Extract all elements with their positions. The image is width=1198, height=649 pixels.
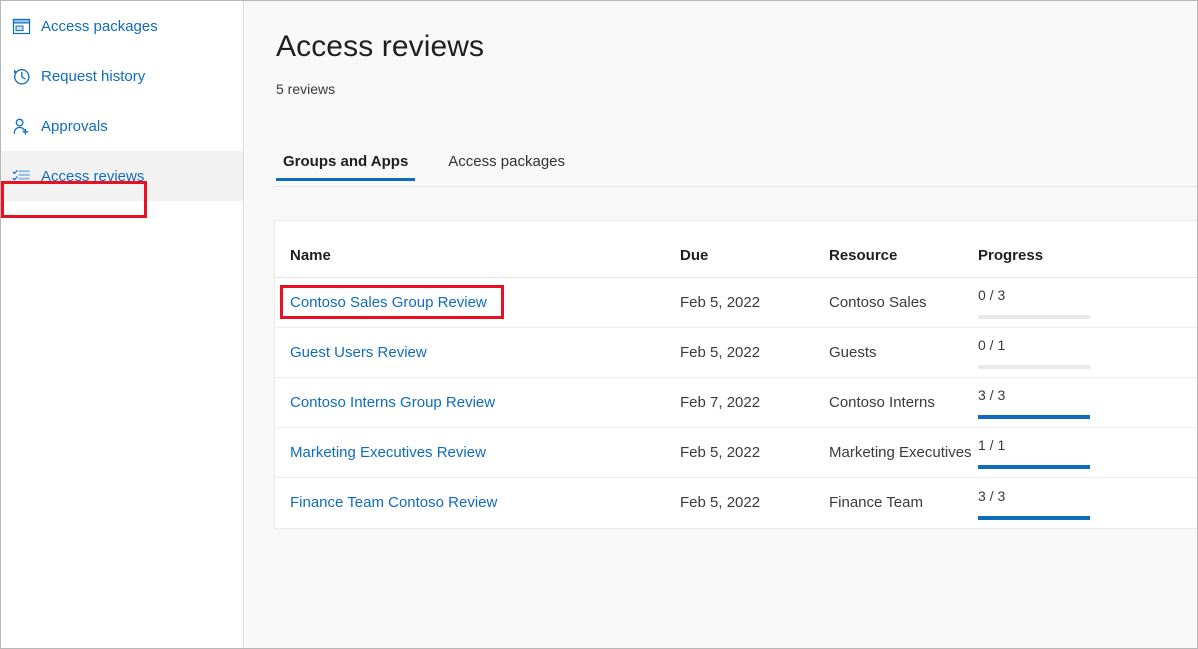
tab-groups-and-apps[interactable]: Groups and Apps	[276, 153, 415, 181]
row-link-review-name[interactable]: Marketing Executives Review	[290, 444, 486, 461]
progress-indicator: 3 / 3	[978, 487, 1090, 520]
row-link-review-name[interactable]: Contoso Interns Group Review	[290, 394, 495, 411]
progress-fill	[978, 516, 1090, 520]
reviews-table: Name Due Resource Progress Contoso Sales…	[274, 220, 1198, 529]
tab-divider	[274, 186, 1198, 187]
table-row[interactable]: Contoso Sales Group Review Feb 5, 2022 C…	[275, 278, 1197, 328]
progress-label: 1 / 1	[978, 438, 1090, 452]
row-link-review-name[interactable]: Contoso Sales Group Review	[290, 294, 487, 311]
sidebar-item-access-reviews[interactable]: Access reviews	[1, 151, 243, 201]
package-icon	[10, 15, 32, 37]
progress-label: 3 / 3	[978, 388, 1090, 402]
tab-access-packages[interactable]: Access packages	[441, 153, 572, 181]
progress-track	[978, 516, 1090, 520]
review-count: 5 reviews	[276, 81, 335, 97]
tab-bar: Groups and Apps Access packages	[276, 153, 572, 181]
row-link-review-name[interactable]: Guest Users Review	[290, 344, 427, 361]
column-header-resource[interactable]: Resource	[829, 247, 978, 264]
progress-label: 3 / 3	[978, 489, 1090, 503]
table-row[interactable]: Guest Users Review Feb 5, 2022 Guests 0 …	[275, 328, 1197, 378]
sidebar-item-label: Access packages	[41, 19, 158, 34]
row-cell-resource: Marketing Executives	[829, 444, 972, 461]
progress-fill	[978, 415, 1090, 419]
row-cell-due: Feb 5, 2022	[680, 494, 760, 511]
table-row[interactable]: Marketing Executives Review Feb 5, 2022 …	[275, 428, 1197, 478]
sidebar-item-label: Request history	[41, 69, 145, 84]
progress-label: 0 / 3	[978, 288, 1090, 302]
table-row[interactable]: Finance Team Contoso Review Feb 5, 2022 …	[275, 478, 1197, 528]
progress-fill	[978, 465, 1090, 469]
progress-indicator: 1 / 1	[978, 436, 1090, 469]
sidebar-item-request-history[interactable]: Request history	[1, 51, 243, 101]
row-cell-resource: Contoso Interns	[829, 394, 935, 411]
main-content: Access reviews 5 reviews Groups and Apps…	[245, 1, 1198, 648]
row-link-review-name[interactable]: Finance Team Contoso Review	[290, 494, 497, 511]
row-cell-resource: Contoso Sales	[829, 294, 927, 311]
table-row[interactable]: Contoso Interns Group Review Feb 7, 2022…	[275, 378, 1197, 428]
progress-track	[978, 415, 1090, 419]
row-cell-resource: Guests	[829, 344, 877, 361]
sidebar-item-approvals[interactable]: Approvals	[1, 101, 243, 151]
sidebar-item-label: Approvals	[41, 119, 108, 134]
table-header-row: Name Due Resource Progress	[275, 221, 1197, 278]
row-cell-due: Feb 7, 2022	[680, 394, 760, 411]
progress-track	[978, 365, 1090, 369]
app-window: Access packages Request history Appr	[0, 0, 1198, 649]
row-cell-due: Feb 5, 2022	[680, 444, 760, 461]
row-cell-resource: Finance Team	[829, 494, 923, 511]
checklist-icon	[10, 165, 32, 187]
row-cell-due: Feb 5, 2022	[680, 294, 760, 311]
progress-label: 0 / 1	[978, 338, 1090, 352]
row-cell-due: Feb 5, 2022	[680, 344, 760, 361]
progress-track	[978, 465, 1090, 469]
progress-track	[978, 315, 1090, 319]
sidebar: Access packages Request history Appr	[1, 1, 244, 648]
progress-indicator: 0 / 3	[978, 286, 1090, 319]
person-add-icon	[10, 115, 32, 137]
progress-indicator: 0 / 1	[978, 336, 1090, 369]
sidebar-item-access-packages[interactable]: Access packages	[1, 1, 243, 51]
progress-indicator: 3 / 3	[978, 386, 1090, 419]
clock-history-icon	[10, 65, 32, 87]
column-header-due[interactable]: Due	[680, 247, 829, 264]
column-header-progress[interactable]: Progress	[978, 247, 1128, 264]
sidebar-item-label: Access reviews	[41, 169, 144, 184]
page-title: Access reviews	[276, 30, 484, 64]
column-header-name[interactable]: Name	[290, 247, 680, 264]
